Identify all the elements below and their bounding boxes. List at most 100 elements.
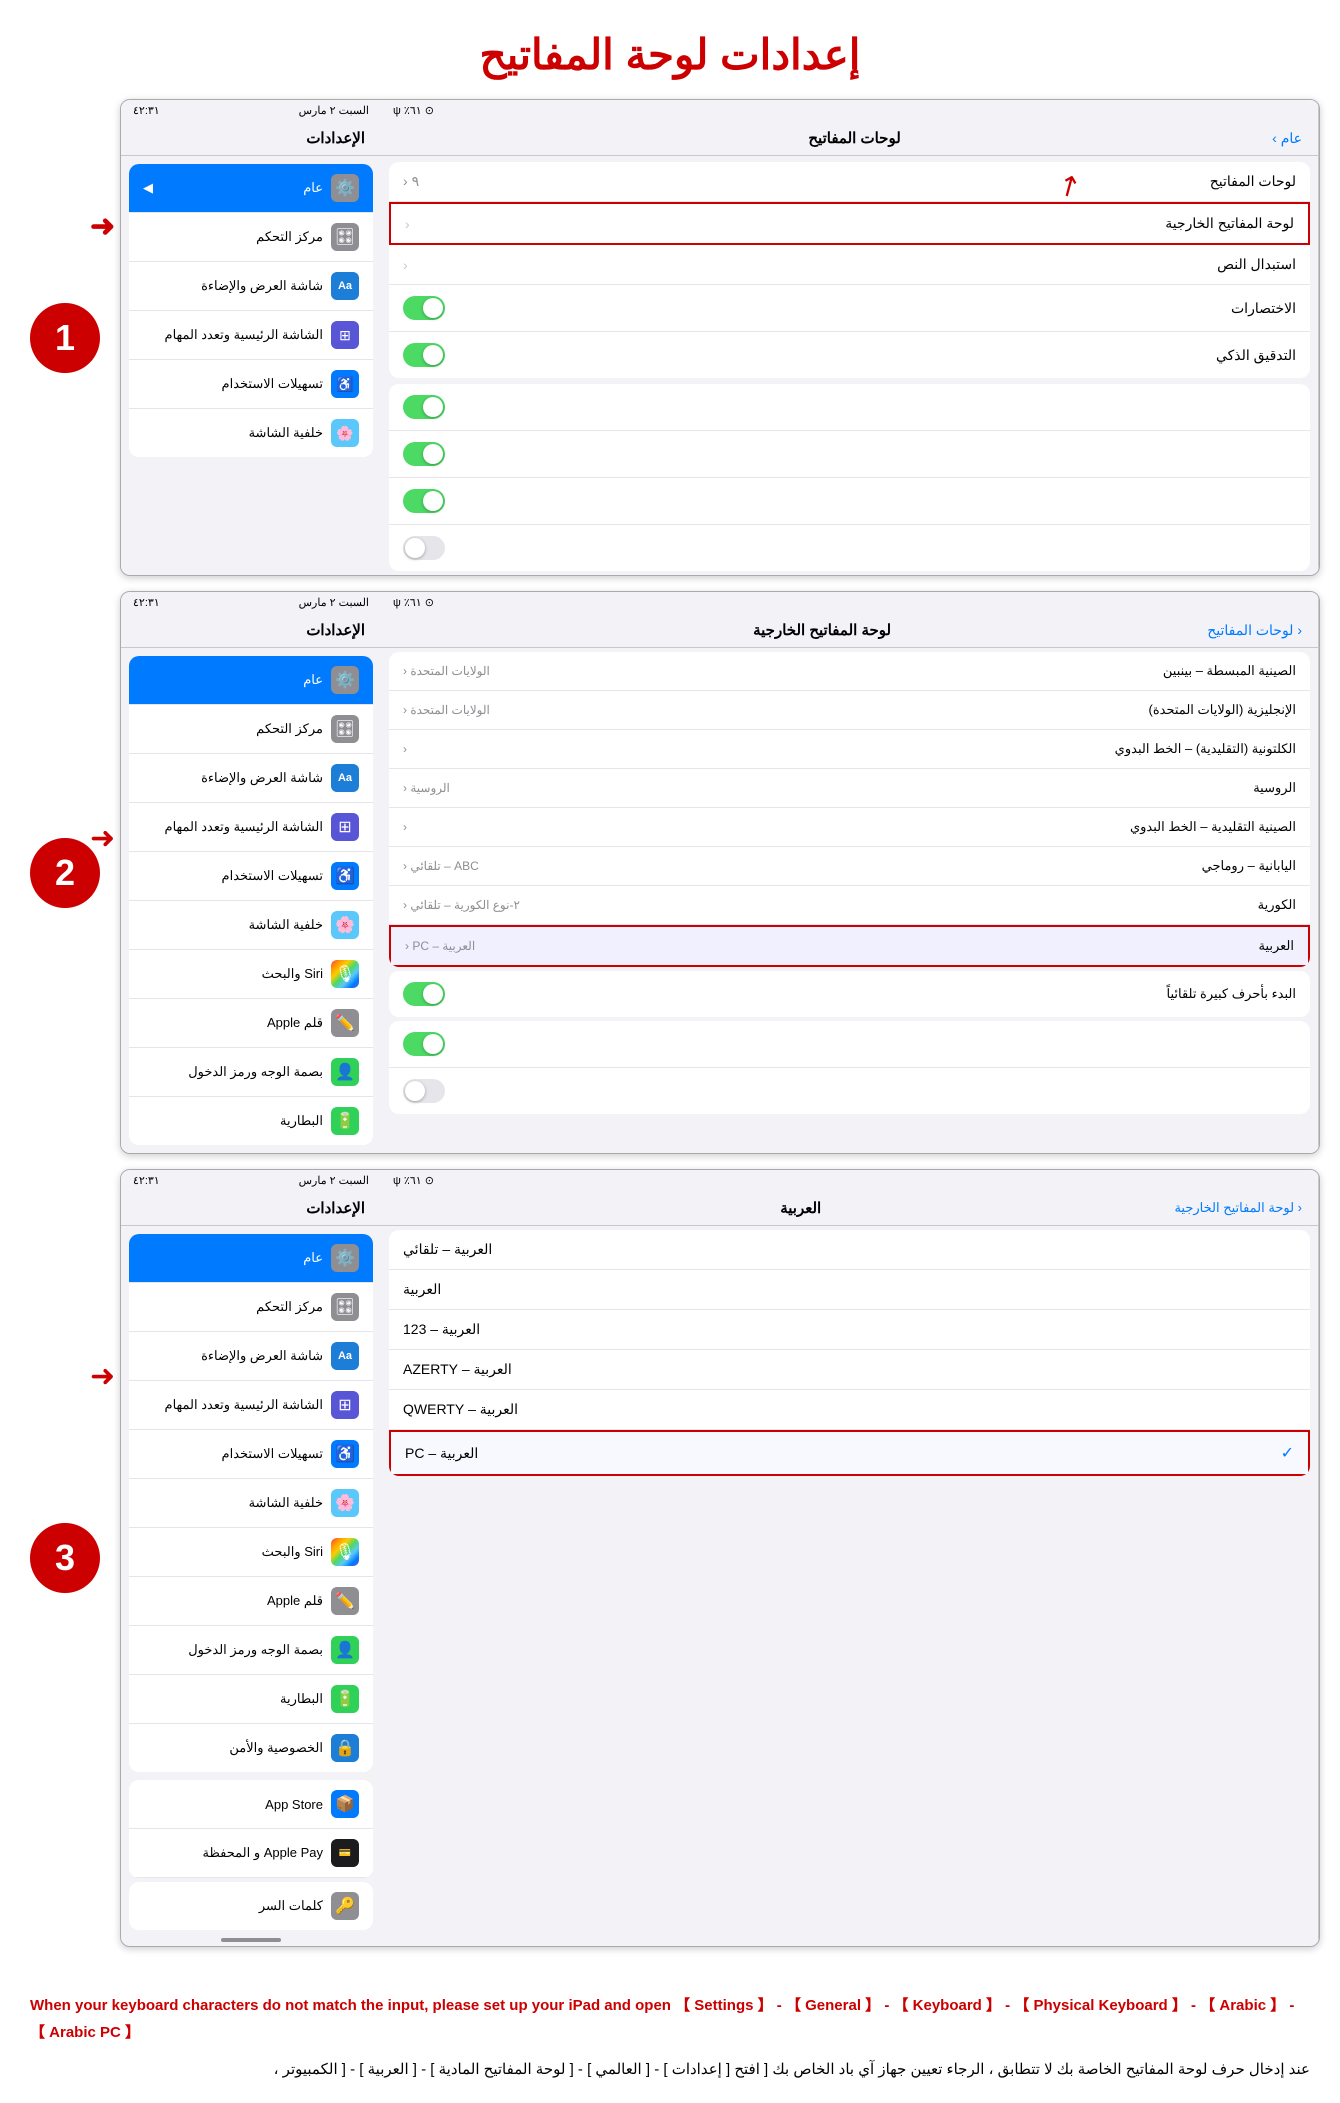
kb-english-us[interactable]: الإنجليزية (الولايات المتحدة) الولايات ا… — [389, 691, 1310, 730]
toggle-extra-2[interactable] — [389, 1068, 1310, 1114]
kb-item-external[interactable]: لوحة المفاتيح الخارجية ‹ — [389, 202, 1310, 245]
settings-wallpaper-3[interactable]: 🌸 خلفية الشاشة — [129, 1479, 373, 1528]
kb-japanese[interactable]: اليابانية – روماجي ABC – تلقائي ‹ — [389, 847, 1310, 886]
shortcuts-toggle[interactable] — [403, 296, 445, 320]
kb-korean[interactable]: الكورية ٢-نوع الكورية – تلقائي ‹ — [389, 886, 1310, 925]
settings-siri-2[interactable]: 🎙 Siri والبحث — [129, 950, 373, 999]
kb-item-shortcuts[interactable]: الاختصارات — [389, 285, 1310, 332]
arabic-auto[interactable]: العربية – تلقائي — [389, 1230, 1310, 1270]
chinese-simp-label: الصينية المبسطة – بينبين — [1163, 663, 1296, 679]
settings-display-2[interactable]: Aa شاشة العرض والإضاءة — [129, 754, 373, 803]
arabic-qwerty[interactable]: العربية – QWERTY — [389, 1390, 1310, 1430]
kb-item-text-replace-label: استبدال النص — [1217, 256, 1296, 273]
battery-icon-3: 🔋 — [331, 1685, 359, 1713]
settings-passwords-3[interactable]: 🔑 كلمات السر — [129, 1882, 373, 1930]
nav-back-2[interactable]: ‹ لوحات المفاتيح — [1207, 622, 1302, 639]
kb-celtic[interactable]: الكلتونية (التقليدية) – الخط البدوي ‹ — [389, 730, 1310, 769]
settings-access-2[interactable]: ♿ تسهيلات الاستخدام — [129, 852, 373, 901]
nav-bar-1: عام › لوحات المفاتيح — [381, 121, 1318, 156]
capitalize-toggle[interactable]: البدء بأحرف كبيرة تلقائياً — [389, 971, 1310, 1017]
arabic-plain[interactable]: العربية — [389, 1270, 1310, 1310]
nav-title-3: العربية — [780, 1199, 821, 1217]
settings-display-3[interactable]: Aa شاشة العرض والإضاءة — [129, 1332, 373, 1381]
extra-toggle-1[interactable] — [403, 1032, 445, 1056]
settings-faceid-2[interactable]: 👤 بصمة الوجه ورمز الدخول — [129, 1048, 373, 1097]
kb-chinese-trad[interactable]: الصينية التقليدية – الخط البدوي ‹ — [389, 808, 1310, 847]
siri-label-2: Siri والبحث — [262, 966, 323, 982]
access-icon-2: ♿ — [331, 862, 359, 890]
settings-home-2[interactable]: ⊞ الشاشة الرئيسية وتعدد المهام — [129, 803, 373, 852]
home-icon-3: ⊞ — [331, 1391, 359, 1419]
status-bar-1: ψ ٪٦١ ⊙ — [381, 100, 1318, 121]
toggle-item-3[interactable] — [389, 478, 1310, 525]
settings-item-control-1[interactable]: 🎛 مركز التحكم — [129, 213, 373, 262]
settings-privacy-3[interactable]: 🔒 الخصوصية والأمن — [129, 1724, 373, 1772]
arabic-azerty[interactable]: العربية – AZERTY — [389, 1350, 1310, 1390]
settings-wallpaper-2[interactable]: 🌸 خلفية الشاشة — [129, 901, 373, 950]
step-3: 3 — [30, 1523, 100, 1593]
kb-chinese-simplified[interactable]: الصينية المبسطة – بينبين الولايات المتحد… — [389, 652, 1310, 691]
settings-faceid-3[interactable]: 👤 بصمة الوجه ورمز الدخول — [129, 1626, 373, 1675]
toggle-item-1[interactable] — [389, 384, 1310, 431]
arabic-plain-label: العربية — [403, 1281, 441, 1298]
settings-control-3[interactable]: 🎛 مركز التحكم — [129, 1283, 373, 1332]
nav-back-1[interactable]: عام › — [1272, 130, 1302, 147]
settings-item-home-1[interactable]: ⊞ الشاشة الرئيسية وتعدد المهام — [129, 311, 373, 360]
settings-general-3[interactable]: ⚙️ عام — [129, 1234, 373, 1283]
arabic-123[interactable]: العربية – 123 — [389, 1310, 1310, 1350]
settings-appstore-3[interactable]: 📦 App Store — [129, 1780, 373, 1829]
toggle-2[interactable] — [403, 442, 445, 466]
settings-pencil-3[interactable]: ✏️ قلم Apple — [129, 1577, 373, 1626]
display-icon-3: Aa — [331, 1342, 359, 1370]
arrow-1: ➜ — [90, 209, 115, 244]
control-label-3: مركز التحكم — [256, 1299, 323, 1315]
nav-back-3[interactable]: ‹ لوحة المفاتيح الخارجية — [1174, 1200, 1302, 1216]
toggle-3[interactable] — [403, 489, 445, 513]
extra-toggle-2[interactable] — [403, 1079, 445, 1103]
general-label-3: عام — [303, 1250, 323, 1266]
settings-applepay-3[interactable]: 💳 Apple Pay و المحفظة — [129, 1829, 373, 1878]
settings-home-3[interactable]: ⊞ الشاشة الرئيسية وتعدد المهام — [129, 1381, 373, 1430]
english-instruction: When your keyboard characters do not mat… — [30, 1992, 1310, 2046]
russian-right: الروسية ‹ — [403, 781, 450, 795]
status-bar-2: ψ ٪٦١ ⊙ — [381, 592, 1318, 613]
settings-siri-3[interactable]: 🎙 Siri والبحث — [129, 1528, 373, 1577]
arabic-pc-checkmark: ✓ — [1281, 1443, 1294, 1463]
toggle-item-2[interactable] — [389, 431, 1310, 478]
status-bar-right-3: ٤٢:٣١ السبت ٢ مارس — [121, 1170, 381, 1191]
kb-arabic[interactable]: العربية العربية – PC ‹ — [389, 925, 1310, 967]
capitalize-switch[interactable] — [403, 982, 445, 1006]
arabic-label: العربية — [1258, 938, 1294, 954]
settings-item-display-1[interactable]: Aa شاشة العرض والإضاءة — [129, 262, 373, 311]
settings-access-3[interactable]: ♿ تسهيلات الاستخدام — [129, 1430, 373, 1479]
external-keyboards-list: الصينية المبسطة – بينبين الولايات المتحد… — [389, 652, 1310, 967]
general-icon-2: ⚙️ — [331, 666, 359, 694]
kb-russian[interactable]: الروسية الروسية ‹ — [389, 769, 1310, 808]
toggle-extra-1[interactable] — [389, 1021, 1310, 1068]
settings-general-2[interactable]: ⚙️ عام — [129, 656, 373, 705]
japanese-label: اليابانية – روماجي — [1202, 858, 1296, 874]
settings-item-wallpaper-1[interactable]: 🌸 خلفية الشاشة — [129, 409, 373, 457]
settings-item-general-1[interactable]: ⚙️ عام ◀ — [129, 164, 373, 213]
screen-wrapper-2: ψ ٪٦١ ⊙ ‹ لوحات المفاتيح لوحة المفاتيح ا… — [120, 591, 1320, 1154]
settings-item-access-1[interactable]: ♿ تسهيلات الاستخدام — [129, 360, 373, 409]
appstore-icon-3: 📦 — [331, 1790, 359, 1818]
kb-item-autocorrect[interactable]: التدقيق الذكي — [389, 332, 1310, 378]
settings-control-2[interactable]: 🎛 مركز التحكم — [129, 705, 373, 754]
nav-bar-2: ‹ لوحات المفاتيح لوحة المفاتيح الخارجية — [381, 613, 1318, 648]
toggle-4[interactable] — [403, 536, 445, 560]
kb-item-autocorrect-label: التدقيق الذكي — [1216, 347, 1296, 364]
arabic-pc[interactable]: ✓ العربية – PC — [389, 1430, 1310, 1476]
settings-battery-3[interactable]: 🔋 البطارية — [129, 1675, 373, 1724]
toggle-1[interactable] — [403, 395, 445, 419]
access-label-1: تسهيلات الاستخدام — [222, 376, 323, 392]
chinese-trad-right: ‹ — [403, 820, 407, 834]
kb-item-count[interactable]: لوحات المفاتيح ٩ ‹ — [389, 162, 1310, 202]
toggle-item-4[interactable] — [389, 525, 1310, 571]
settings-pencil-2[interactable]: ✏️ قلم Apple — [129, 999, 373, 1048]
settings-battery-2[interactable]: 🔋 البطارية — [129, 1097, 373, 1145]
home-icon-2: ⊞ — [331, 813, 359, 841]
autocorrect-toggle[interactable] — [403, 343, 445, 367]
extra-toggles — [389, 1021, 1310, 1114]
kb-item-text-replace[interactable]: استبدال النص ‹ — [389, 245, 1310, 285]
